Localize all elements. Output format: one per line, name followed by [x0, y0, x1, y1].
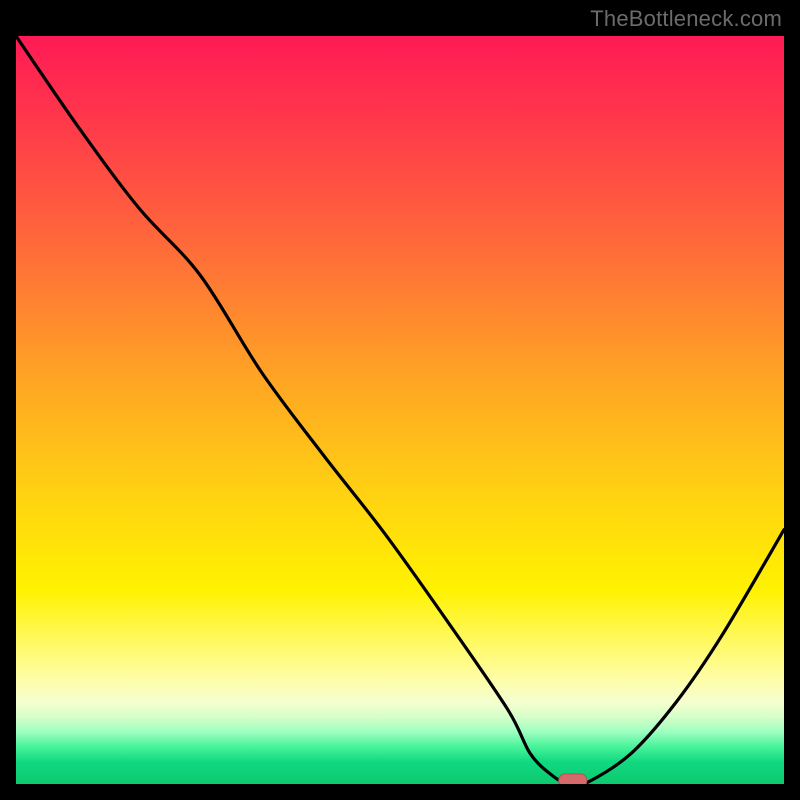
watermark-text: TheBottleneck.com	[590, 6, 782, 32]
chart-frame: TheBottleneck.com	[0, 0, 800, 800]
gradient-background	[16, 36, 784, 784]
